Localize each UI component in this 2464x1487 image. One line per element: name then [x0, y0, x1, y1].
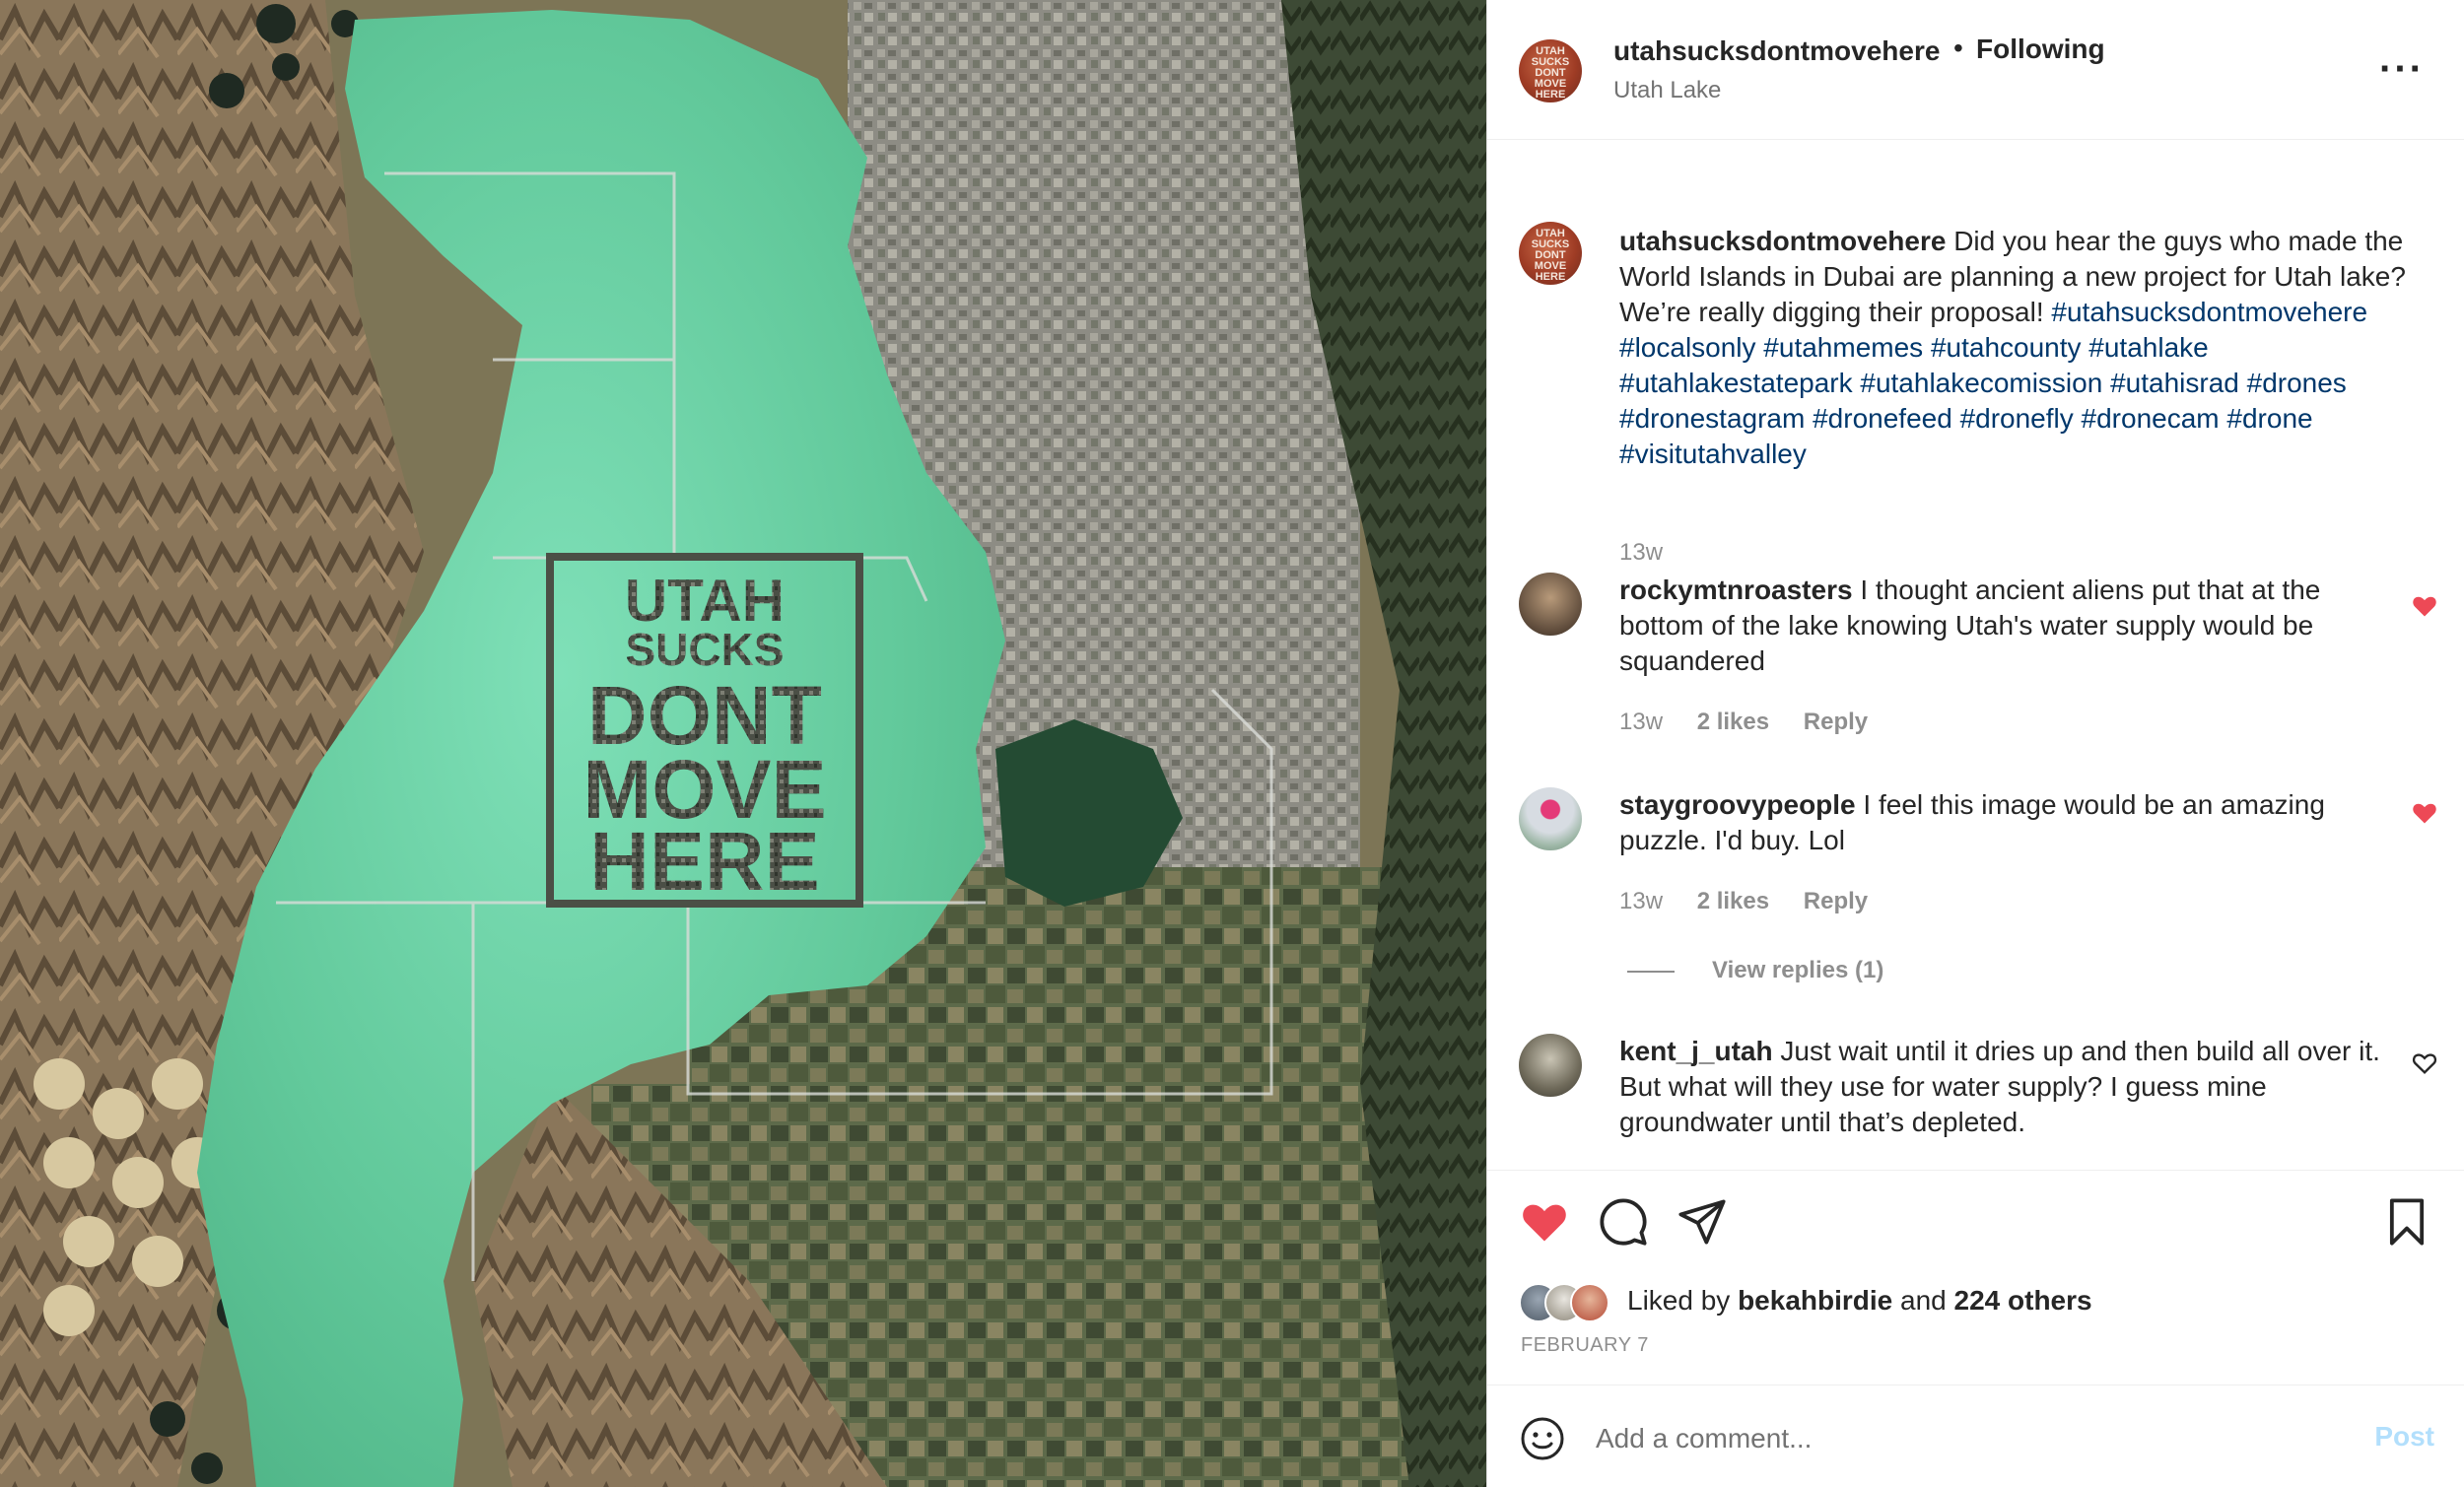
- post-panel: UTAH SUCKS DONT MOVE HERE utahsucksdontm…: [1486, 0, 2464, 1487]
- comment-meta: 13w 2 likes Reply: [1619, 888, 1895, 915]
- caption-time[interactable]: 13w: [1619, 539, 1663, 566]
- overlay-line-5: HERE: [589, 815, 819, 908]
- post-image[interactable]: UTAH SUCKS DONT MOVE HERE: [0, 0, 1486, 1487]
- replies-divider: [1627, 970, 1675, 973]
- comment-text-block: staygroovypeople I feel this image would…: [1619, 787, 2408, 858]
- liked-by-others[interactable]: 224 others: [1954, 1285, 2092, 1316]
- heart-outline-icon[interactable]: [2411, 1049, 2438, 1077]
- comment-username[interactable]: kent_j_utah: [1619, 1036, 1773, 1066]
- comment-text-block: rockymtnroasters I thought ancient alien…: [1619, 573, 2408, 679]
- comment-username[interactable]: rockymtnroasters: [1619, 575, 1853, 605]
- satellite-map: UTAH SUCKS DONT MOVE HERE: [0, 0, 1486, 1487]
- reply-button[interactable]: Reply: [1804, 709, 1868, 735]
- caption-avatar[interactable]: UTAH SUCKS DONT MOVE HERE: [1519, 222, 1582, 285]
- share-icon[interactable]: [1677, 1196, 1728, 1248]
- add-comment-bar: Post: [1487, 1385, 2464, 1487]
- emoji-icon[interactable]: [1519, 1415, 1566, 1462]
- comment-username[interactable]: staygroovypeople: [1619, 789, 1856, 820]
- heart-icon[interactable]: [1519, 1196, 1570, 1248]
- author-avatar[interactable]: UTAH SUCKS DONT MOVE HERE: [1519, 39, 1582, 102]
- comment-time[interactable]: 13w: [1619, 888, 1663, 914]
- comment-time[interactable]: 13w: [1619, 709, 1663, 735]
- bookmark-icon[interactable]: [2381, 1196, 2432, 1248]
- reply-button[interactable]: Reply: [1804, 888, 1868, 914]
- view-replies-label: View replies (1): [1712, 957, 1884, 983]
- caption-meta: 13w: [1619, 539, 1690, 567]
- commenter-avatar[interactable]: [1519, 1034, 1582, 1097]
- liked-by-and: and: [1900, 1285, 1947, 1316]
- location-link[interactable]: Utah Lake: [1613, 77, 1721, 104]
- avatar-text-5: HERE: [1535, 271, 1566, 283]
- caption-username[interactable]: utahsucksdontmovehere: [1619, 226, 1946, 256]
- likes-text: Liked by bekahbirdie and 224 others: [1627, 1285, 2092, 1317]
- separator-dot: •: [1953, 33, 1963, 63]
- comments-list[interactable]: UTAH SUCKS DONT MOVE HERE utahsucksdontm…: [1487, 141, 2464, 1170]
- heart-filled-icon[interactable]: [2411, 592, 2438, 620]
- comment-icon[interactable]: [1598, 1196, 1649, 1248]
- post-comment-button[interactable]: Post: [2374, 1421, 2434, 1453]
- commenter-avatar[interactable]: [1519, 787, 1582, 850]
- comment-input[interactable]: [1596, 1415, 2286, 1462]
- comment-meta: 13w 2 likes Reply: [1619, 709, 1895, 736]
- commenter-avatar[interactable]: [1519, 573, 1582, 636]
- liked-by-prefix: Liked by: [1627, 1285, 1731, 1316]
- heart-filled-icon[interactable]: [2411, 799, 2438, 827]
- more-options-icon[interactable]: ···: [2379, 49, 2425, 89]
- liker-avatar: [1570, 1283, 1609, 1322]
- comment-likes[interactable]: 2 likes: [1697, 888, 1769, 914]
- caption-text-block: utahsucksdontmovehere Did you hear the g…: [1619, 224, 2447, 472]
- post-date[interactable]: FEBRUARY 7: [1521, 1334, 1649, 1357]
- liked-avatars: [1519, 1283, 1613, 1322]
- avatar-text-5: HERE: [1535, 89, 1566, 101]
- view-replies-button[interactable]: View replies (1): [1627, 957, 1883, 984]
- author-username[interactable]: utahsucksdontmovehere: [1613, 35, 1940, 67]
- comment-likes[interactable]: 2 likes: [1697, 709, 1769, 735]
- liked-by-username[interactable]: bekahbirdie: [1738, 1285, 1892, 1316]
- comment-text-block: kent_j_utah Just wait until it dries up …: [1619, 1034, 2408, 1140]
- post-header: UTAH SUCKS DONT MOVE HERE utahsucksdontm…: [1487, 0, 2464, 140]
- overlay-line-2: SUCKS: [625, 624, 784, 675]
- following-button[interactable]: Following: [1976, 34, 2105, 65]
- post-actions: Liked by bekahbirdie and 224 others FEBR…: [1487, 1170, 2464, 1385]
